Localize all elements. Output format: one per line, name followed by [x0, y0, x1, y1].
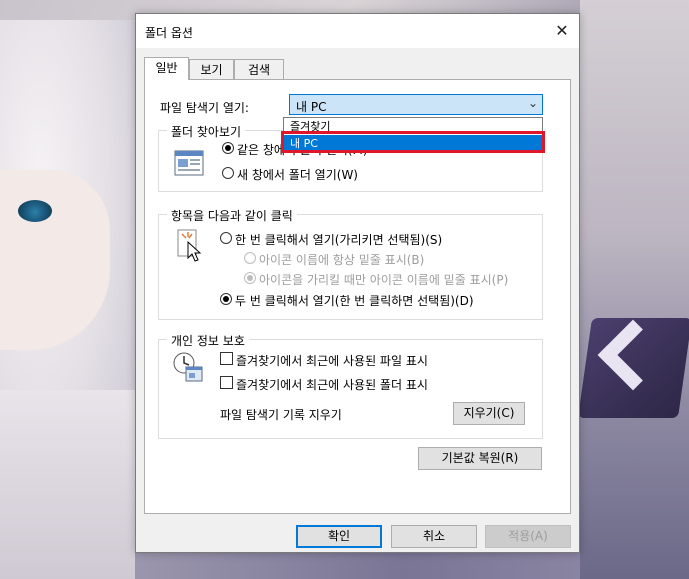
clear-history-label: 파일 탐색기 기록 지우기: [220, 408, 342, 422]
browse-folders-title: 폴더 찾아보기: [167, 123, 246, 140]
recent-files-label[interactable]: 즐겨찾기에서 최근에 사용된 파일 표시: [236, 352, 428, 369]
folder-options-dialog: 폴더 옵션 ✕ 일반 보기 검색 파일 탐색기 열기: 내 PC ⌄ 즐겨찾기 …: [135, 13, 580, 553]
checkbox-recent-files[interactable]: [220, 352, 233, 365]
privacy-title: 개인 정보 보호: [167, 332, 249, 349]
wallpaper-eye: [18, 200, 52, 222]
checkbox-recent-folders[interactable]: [220, 376, 233, 389]
apply-button[interactable]: 적용(A): [485, 525, 571, 548]
privacy-history-icon: [173, 352, 203, 382]
pointer-hand-icon: [177, 229, 202, 262]
window-icon: [174, 150, 204, 176]
restore-defaults-button[interactable]: 기본값 복원(R): [418, 447, 542, 470]
radio-double-click[interactable]: [220, 293, 232, 305]
wallpaper-dress: [0, 390, 135, 579]
title-bar[interactable]: 폴더 옵션 ✕: [136, 14, 579, 48]
recent-folders-label[interactable]: 즐겨찾기에서 최근에 사용된 폴더 표시: [236, 376, 428, 393]
highlight-box: [281, 131, 545, 153]
single-click-label[interactable]: 한 번 클릭해서 열기(가리키면 선택됨)(S): [235, 231, 442, 248]
tab-search[interactable]: 검색: [234, 59, 284, 79]
tab-general[interactable]: 일반: [144, 57, 189, 80]
open-explorer-label: 파일 탐색기 열기:: [160, 101, 249, 115]
radio-new-window[interactable]: [222, 167, 234, 179]
ok-button[interactable]: 확인: [296, 525, 382, 548]
radio-underline-always[interactable]: [244, 252, 256, 264]
cancel-button[interactable]: 취소: [391, 525, 477, 548]
double-click-label[interactable]: 두 번 클릭해서 열기(한 번 클릭하면 선택됨)(D): [235, 292, 474, 309]
chevron-down-icon: ⌄: [527, 96, 538, 110]
radio-single-click[interactable]: [220, 232, 232, 244]
clear-button[interactable]: 지우기(C): [453, 402, 525, 425]
underline-always-label[interactable]: 아이콘 이름에 항상 밑줄 표시(B): [259, 251, 424, 268]
radio-same-window[interactable]: [222, 142, 234, 154]
tab-view[interactable]: 보기: [189, 59, 234, 79]
open-explorer-combobox[interactable]: 내 PC ⌄: [289, 94, 543, 115]
radio-underline-on-hover[interactable]: [244, 272, 256, 284]
wallpaper-bottom: [135, 553, 580, 579]
new-window-label[interactable]: 새 창에서 폴더 열기(W): [237, 166, 358, 183]
open-explorer-value: 내 PC: [296, 100, 327, 114]
underline-on-hover-label[interactable]: 아이콘을 가리킬 때만 아이콘 이름에 밑줄 표시(P): [259, 271, 508, 288]
wallpaper-right-area: [580, 0, 689, 579]
click-items-title: 항목을 다음과 같이 클릭: [167, 207, 297, 224]
close-icon[interactable]: ✕: [551, 20, 573, 42]
dialog-title: 폴더 옵션: [145, 26, 193, 40]
